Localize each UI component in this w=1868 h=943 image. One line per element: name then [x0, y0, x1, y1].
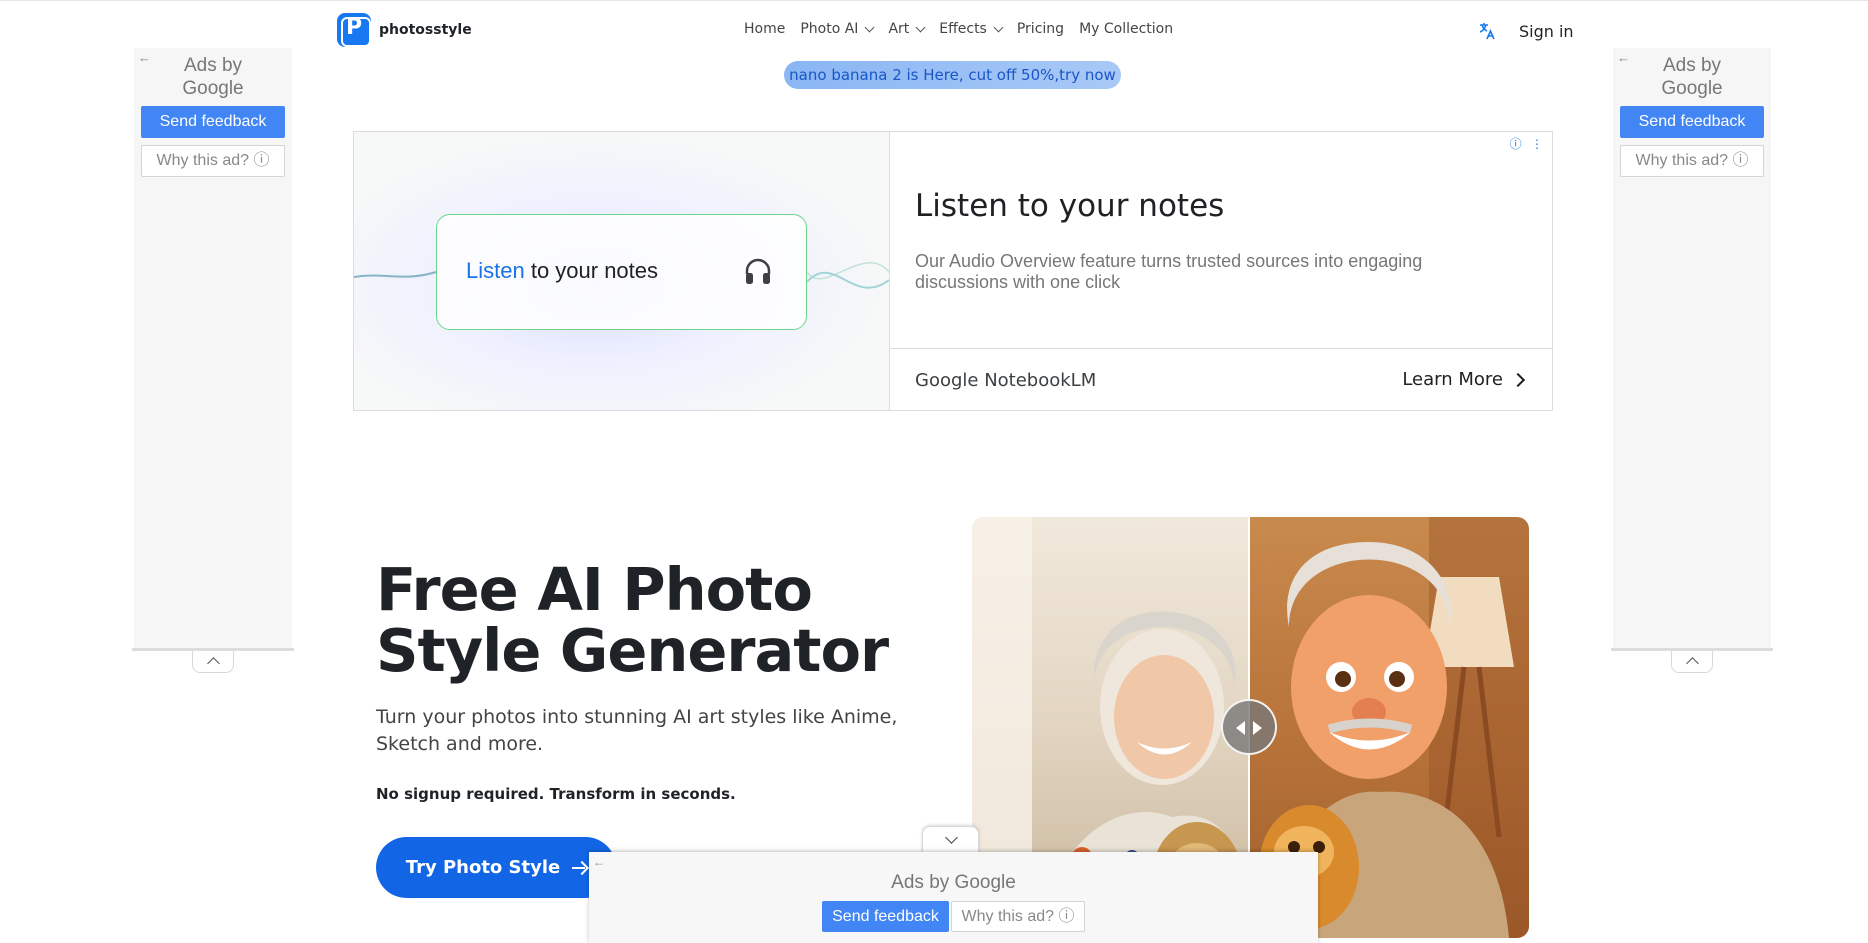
- banner-ad-footer: Google NotebookLM Learn More: [890, 348, 1553, 410]
- chevron-right-icon: [1510, 372, 1526, 387]
- hero-subtitle: Turn your photos into stunning AI art st…: [376, 706, 898, 755]
- banner-ad-info: ⓘ ⋮ Listen to your notes Our Audio Overv…: [889, 132, 1553, 410]
- send-feedback-button[interactable]: Send feedback: [1620, 106, 1764, 138]
- anchor-ad-collapse-tab[interactable]: [922, 826, 979, 853]
- try-photo-style-button[interactable]: Try Photo Style: [376, 837, 616, 898]
- side-ad-collapse-tab[interactable]: [192, 651, 234, 673]
- hero-title: Free AI Photo Style Generator: [376, 555, 889, 685]
- ads-by-google: Ads by Google: [1661, 55, 1723, 99]
- promo-banner[interactable]: nano banana 2 is Here, cut off 50%,try n…: [784, 61, 1121, 89]
- hero-note: No signup required. Transform in seconds…: [376, 785, 736, 803]
- banner-ad[interactable]: Listen to your notes ⓘ ⋮ Listen to your …: [353, 131, 1553, 411]
- translate-icon[interactable]: [1478, 22, 1496, 40]
- nav-home[interactable]: Home: [744, 21, 785, 37]
- side-ad-collapse-tab[interactable]: [1671, 651, 1713, 673]
- logo[interactable]: P photosstyle: [337, 13, 472, 47]
- nav-effects[interactable]: Effects: [939, 21, 1004, 37]
- chevron-down-icon: [993, 22, 1004, 32]
- sign-in-link[interactable]: Sign in: [1519, 22, 1574, 41]
- logo-text: photosstyle: [379, 22, 472, 38]
- nav-pricing[interactable]: Pricing: [1017, 21, 1064, 37]
- banner-ad-title[interactable]: Listen to your notes: [915, 188, 1224, 224]
- headphones-icon: [742, 255, 774, 287]
- banner-ad-card: Listen to your notes: [436, 214, 807, 330]
- chevron-down-icon: [915, 22, 926, 32]
- nav-my-collection[interactable]: My Collection: [1079, 21, 1173, 37]
- back-arrow-icon[interactable]: ←: [593, 855, 605, 869]
- main-nav: Home Photo AI Art Effects Pricing My Col…: [744, 21, 1173, 37]
- side-ad-right: ← Ads by Google Send feedback Why this ad…: [1613, 48, 1771, 651]
- compare-slider-handle-icon[interactable]: [1221, 699, 1277, 755]
- logo-icon: P: [337, 13, 371, 47]
- anchor-ad: ← Ads by Google Send feedback Why this a…: [589, 852, 1318, 943]
- banner-ad-description: Our Audio Overview feature turns trusted…: [915, 251, 1423, 292]
- learn-more-button[interactable]: Learn More: [1402, 369, 1526, 390]
- banner-ad-brand: Google NotebookLM: [915, 370, 1097, 391]
- send-feedback-button[interactable]: Send feedback: [141, 106, 285, 138]
- arrow-right-icon: [572, 861, 586, 875]
- banner-ad-visual: Listen to your notes: [354, 132, 889, 410]
- ads-by-google: Ads by Google: [182, 55, 244, 99]
- ad-choices-icon[interactable]: ⓘ ⋮: [1510, 135, 1546, 152]
- side-ad-left: ← Ads by Google Send feedback Why this ad…: [134, 48, 292, 651]
- chevron-down-icon: [864, 22, 875, 32]
- send-feedback-button[interactable]: Send feedback: [822, 901, 949, 932]
- why-this-ad-button[interactable]: Why this ad? ⓘ: [141, 145, 285, 177]
- nav-art[interactable]: Art: [888, 21, 926, 37]
- nav-photo-ai[interactable]: Photo AI: [800, 21, 875, 37]
- why-this-ad-button[interactable]: Why this ad? ⓘ: [1620, 145, 1764, 177]
- why-this-ad-button[interactable]: Why this ad? ⓘ: [951, 901, 1085, 932]
- ads-by-google: Ads by Google: [891, 872, 1016, 893]
- banner-card-text: Listen to your notes: [466, 258, 659, 283]
